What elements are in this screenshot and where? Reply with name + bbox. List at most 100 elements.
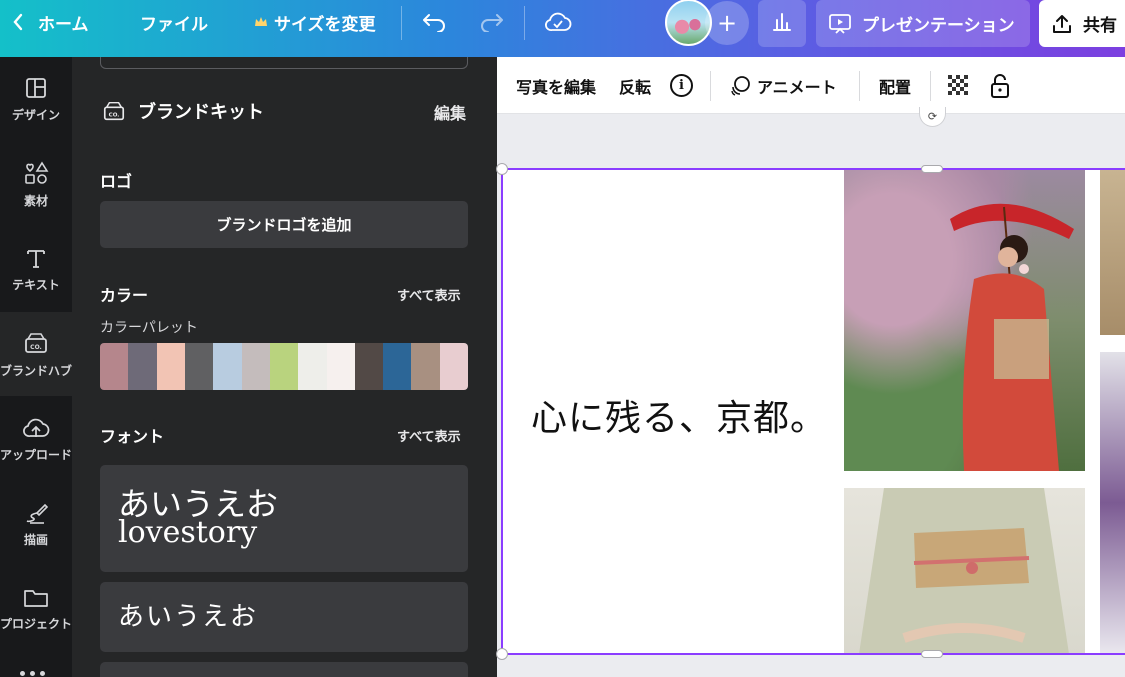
palette-label: カラーパレット bbox=[100, 320, 198, 336]
resize-label: サイズを変更 bbox=[274, 14, 376, 35]
rotate-icon: ⟳ bbox=[927, 110, 938, 123]
cloud-check-icon bbox=[545, 12, 572, 31]
flip-button[interactable]: 反転 bbox=[619, 57, 651, 114]
home-label: ホーム bbox=[38, 14, 89, 35]
font-section-title: フォント bbox=[100, 427, 165, 446]
animate-button[interactable]: アニメート bbox=[729, 57, 837, 114]
share-upload-icon bbox=[1053, 14, 1071, 33]
color-swatch[interactable] bbox=[383, 343, 412, 390]
present-button[interactable]: プレゼンテーション bbox=[816, 0, 1030, 47]
home-button[interactable]: ホーム bbox=[12, 0, 89, 44]
draw-icon bbox=[26, 503, 48, 524]
color-swatch[interactable] bbox=[128, 343, 157, 390]
chevron-left-icon bbox=[13, 13, 23, 31]
color-swatch[interactable] bbox=[156, 343, 185, 390]
position-button[interactable]: 配置 bbox=[879, 57, 911, 114]
font-sample-heading: あいうえお bbox=[118, 602, 259, 632]
rail-item-design[interactable]: デザイン bbox=[0, 57, 72, 141]
font-card[interactable] bbox=[100, 662, 468, 677]
rail-item-brand-hub[interactable]: CO. ブランドハブ bbox=[0, 312, 72, 396]
color-swatch[interactable] bbox=[184, 343, 214, 390]
color-swatch[interactable] bbox=[241, 343, 270, 390]
color-swatch[interactable] bbox=[354, 343, 384, 390]
lock-button[interactable] bbox=[989, 57, 1011, 114]
rail-item-draw[interactable]: 描画 bbox=[0, 482, 72, 566]
cloud-save-status[interactable] bbox=[544, 0, 572, 44]
left-rail: デザイン 素材 テキスト CO. ブランドハブ アップロード 描画 プロジェクト bbox=[0, 57, 72, 677]
resize-button[interactable]: サイズを変更 bbox=[254, 0, 376, 44]
edit-brand-kit-link[interactable]: 編集 bbox=[434, 100, 466, 124]
toolbar-divider bbox=[859, 71, 860, 101]
brand-kit-panel: CO. ブランドキット 編集 ロゴ ブランドロゴを追加 カラー すべて表示 カラ… bbox=[72, 57, 497, 677]
info-button[interactable]: i bbox=[670, 57, 693, 114]
selection-outline bbox=[501, 168, 1125, 655]
color-see-all-link[interactable]: すべて表示 bbox=[397, 285, 461, 304]
color-palette bbox=[100, 343, 468, 390]
transparency-button[interactable] bbox=[948, 57, 970, 114]
add-brand-logo-button[interactable]: ブランドロゴを追加 bbox=[100, 201, 468, 248]
rail-item-label: アップロード bbox=[0, 447, 73, 462]
resize-handle-bottom[interactable] bbox=[921, 650, 943, 658]
rail-item-label: ブランドハブ bbox=[0, 363, 73, 378]
color-swatch[interactable] bbox=[298, 343, 327, 390]
color-swatch[interactable] bbox=[439, 343, 468, 390]
brand-kit-title: CO. ブランドキット bbox=[102, 98, 264, 124]
brand-kit-icon: CO. bbox=[103, 101, 125, 121]
insights-button[interactable] bbox=[758, 0, 806, 47]
rail-item-label: 描画 bbox=[23, 532, 48, 547]
elements-icon bbox=[25, 160, 49, 184]
animate-label: アニメート bbox=[757, 77, 837, 97]
topbar-divider bbox=[401, 6, 402, 40]
color-swatch[interactable] bbox=[326, 343, 355, 390]
toolbar-divider bbox=[930, 71, 931, 101]
resize-handle-top-left[interactable] bbox=[496, 163, 508, 175]
rail-item-label: デザイン bbox=[11, 107, 60, 122]
add-collaborator-button[interactable]: + bbox=[705, 1, 749, 45]
redo-icon bbox=[481, 14, 503, 32]
lock-icon bbox=[991, 73, 1009, 98]
rail-item-text[interactable]: テキスト bbox=[0, 227, 72, 311]
bar-chart-icon bbox=[773, 13, 791, 31]
undo-button[interactable] bbox=[422, 0, 448, 44]
rail-item-label: プロジェクト bbox=[0, 616, 73, 631]
resize-handle-top[interactable] bbox=[921, 165, 943, 173]
font-card[interactable]: あいうえお bbox=[100, 582, 468, 652]
rail-item-label: 素材 bbox=[23, 193, 48, 208]
edit-photo-button[interactable]: 写真を編集 bbox=[516, 57, 596, 114]
topbar-divider bbox=[524, 6, 525, 40]
font-card[interactable]: あいうえお lovestory bbox=[100, 465, 468, 572]
search-input[interactable] bbox=[100, 57, 468, 69]
folder-icon bbox=[24, 589, 48, 607]
rail-item-upload[interactable]: アップロード bbox=[0, 397, 72, 481]
text-icon bbox=[27, 249, 45, 268]
flip-label: 反転 bbox=[619, 77, 652, 97]
rail-item-label: テキスト bbox=[12, 277, 60, 292]
toolbar-divider bbox=[710, 71, 711, 101]
logo-section-title: ロゴ bbox=[100, 172, 133, 191]
edit-photo-label: 写真を編集 bbox=[516, 77, 597, 97]
brand-kit-title-text: ブランドキット bbox=[138, 102, 264, 123]
rail-item-elements[interactable]: 素材 bbox=[0, 142, 72, 226]
add-brand-logo-label: ブランドロゴを追加 bbox=[216, 216, 352, 234]
font-sample-latin: lovestory bbox=[118, 515, 258, 550]
animate-icon bbox=[731, 75, 750, 96]
font-see-all-link[interactable]: すべて表示 bbox=[397, 426, 461, 445]
svg-text:CO.: CO. bbox=[109, 113, 120, 119]
layout-icon bbox=[26, 77, 46, 98]
transparency-icon bbox=[948, 74, 970, 97]
crown-icon bbox=[255, 17, 267, 26]
info-icon: i bbox=[670, 74, 693, 97]
rail-item-projects[interactable]: プロジェクト bbox=[0, 567, 72, 651]
top-bar: ホーム ファイル サイズを変更 + プレゼンテーション 共有 bbox=[0, 0, 1125, 57]
share-label: 共有 bbox=[1083, 16, 1117, 36]
color-swatch[interactable] bbox=[269, 343, 299, 390]
file-menu-button[interactable]: ファイル bbox=[140, 0, 208, 44]
undo-icon bbox=[423, 14, 445, 32]
more-apps-icon[interactable] bbox=[20, 671, 52, 677]
color-swatch[interactable] bbox=[213, 343, 242, 390]
redo-button[interactable] bbox=[478, 0, 504, 44]
color-swatch[interactable] bbox=[411, 343, 440, 390]
color-swatch[interactable] bbox=[100, 343, 129, 390]
resize-handle-bottom-left[interactable] bbox=[496, 648, 508, 660]
share-button[interactable]: 共有 bbox=[1039, 0, 1125, 47]
